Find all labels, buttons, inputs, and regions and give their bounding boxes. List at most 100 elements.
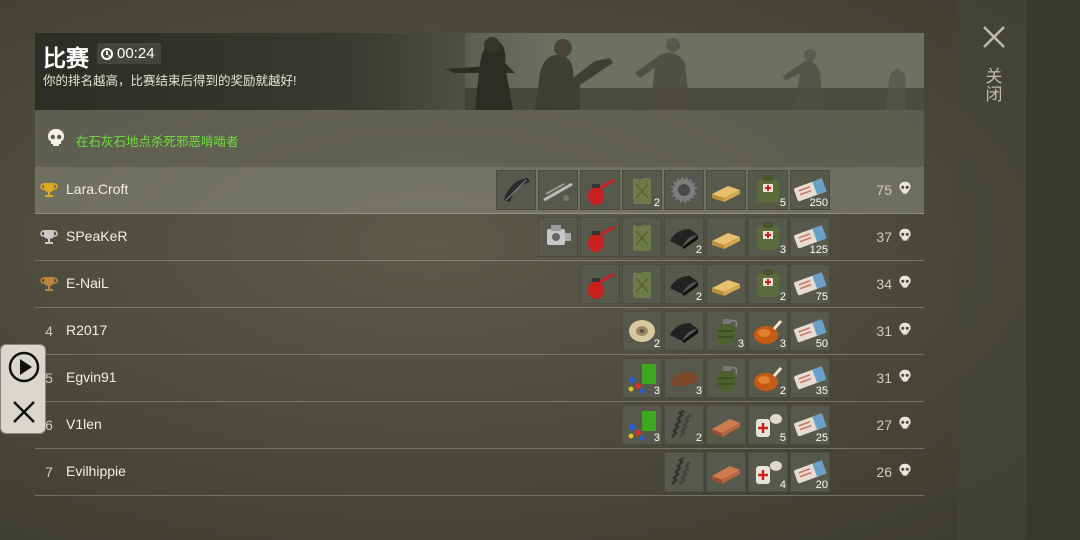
reward-slot[interactable]: 5	[748, 405, 788, 445]
reward-slot[interactable]	[580, 170, 620, 210]
reward-slot[interactable]	[580, 264, 620, 304]
reward-slot[interactable]: 4	[748, 452, 788, 492]
reward-slot[interactable]: 2	[748, 264, 788, 304]
leaderboard-row[interactable]: 7 Evilhippie 4 20 26	[35, 449, 924, 496]
objective-text: 在石灰石地点杀死邪恶啃啮者	[76, 135, 239, 149]
metal-sheet-icon	[504, 178, 530, 202]
reward-slot[interactable]: 75	[790, 264, 830, 304]
item-quantity: 25	[815, 432, 828, 444]
skull-icon	[48, 129, 64, 146]
close-overlay-icon[interactable]	[13, 401, 35, 423]
reward-slot[interactable]: 25	[790, 405, 830, 445]
reward-slot[interactable]: 3	[622, 405, 662, 445]
item-quantity: 3	[779, 338, 786, 350]
reward-slot[interactable]: 50	[790, 311, 830, 351]
trophy-icon	[39, 167, 59, 213]
item-quantity: 2	[779, 291, 786, 303]
player-name: Lara.Croft	[66, 181, 129, 197]
gear-icon	[669, 175, 699, 205]
item-quantity: 2	[653, 197, 660, 209]
reward-slot[interactable]: 2	[664, 264, 704, 304]
reward-slot[interactable]	[538, 170, 578, 210]
kill-score: 31	[876, 322, 912, 339]
close-icon[interactable]	[982, 25, 1006, 49]
reward-slot[interactable]	[706, 405, 746, 445]
player-name: Egvin91	[66, 369, 117, 385]
right-edge	[1026, 0, 1080, 540]
reward-slot[interactable]	[622, 217, 662, 257]
score-value: 37	[876, 228, 892, 245]
reward-slot[interactable]: 125	[790, 217, 830, 257]
close-label[interactable]: 关闭	[984, 68, 1004, 104]
trophy-icon	[39, 214, 59, 260]
reward-slot[interactable]: 2	[622, 170, 662, 210]
engine-part-icon	[547, 225, 571, 245]
reward-slot[interactable]	[706, 358, 746, 398]
item-quantity: 2	[779, 385, 786, 397]
oil-can-icon	[588, 225, 615, 252]
reward-slot[interactable]: 3	[748, 217, 788, 257]
leaderboard-row[interactable]: 6 V1len 3 2 5 25 27	[35, 402, 924, 449]
score-value: 26	[876, 463, 892, 480]
item-quantity: 35	[815, 385, 828, 397]
item-quantity: 5	[779, 197, 786, 209]
score-value: 31	[876, 369, 892, 386]
reward-slot[interactable]: 2	[748, 358, 788, 398]
play-icon[interactable]	[8, 351, 40, 383]
reward-slot[interactable]: 250	[790, 170, 830, 210]
reward-slot[interactable]: 3	[706, 311, 746, 351]
kill-score: 31	[876, 369, 912, 386]
reward-items: 3 3 2 35	[622, 358, 830, 398]
copper-bar-icon	[712, 466, 740, 484]
leaderboard-row[interactable]: 4 R2017 2 3 3 50 31	[35, 308, 924, 355]
leaderboard-row[interactable]: E-NaiL 2 2 75 34	[35, 261, 924, 308]
reward-slot[interactable]: 2	[622, 311, 662, 351]
skull-icon	[898, 322, 912, 339]
reward-slot[interactable]: 20	[790, 452, 830, 492]
reward-slot[interactable]: 2	[664, 217, 704, 257]
reward-slot[interactable]	[664, 452, 704, 492]
item-quantity: 5	[779, 432, 786, 444]
kill-score: 75	[876, 181, 912, 198]
jerrycan-icon	[633, 221, 651, 251]
subtitle: 你的排名越高，比赛结束后得到的奖励就越好!	[43, 74, 297, 88]
leaderboard-row[interactable]: SPeaKeR 2 3 125 37	[35, 214, 924, 261]
item-quantity: 3	[737, 338, 744, 350]
pipe-parts-icon	[543, 182, 573, 202]
reward-slot[interactable]: 3	[748, 311, 788, 351]
reward-slot[interactable]	[496, 170, 536, 210]
reward-items: 2 3 3 50	[622, 311, 830, 351]
reward-slot[interactable]	[580, 217, 620, 257]
item-quantity: 3	[779, 244, 786, 256]
leaderboard-row[interactable]: 5 Egvin91 3 3 2 35 31	[35, 355, 924, 402]
reward-slot[interactable]: 5	[748, 170, 788, 210]
reward-slot[interactable]: 2	[664, 405, 704, 445]
reward-slot[interactable]: 3	[664, 358, 704, 398]
clock-icon	[101, 47, 113, 60]
skull-icon	[898, 369, 912, 386]
gold-bars-icon	[712, 280, 740, 296]
leaderboard: Lara.Croft 2 5 250 75 SPeaKeR 2 3 125 37 E-NaiL 2 2 7…	[35, 167, 924, 496]
item-quantity: 3	[695, 385, 702, 397]
reward-slot[interactable]	[664, 170, 704, 210]
item-quantity: 2	[653, 338, 660, 350]
item-quantity: 50	[815, 338, 828, 350]
reward-slot[interactable]	[706, 264, 746, 304]
reward-items: 3 2 5 25	[622, 405, 830, 445]
timer-badge: 00:24	[97, 43, 161, 64]
reward-slot[interactable]	[538, 217, 578, 257]
reward-slot[interactable]	[706, 170, 746, 210]
reward-slot[interactable]: 35	[790, 358, 830, 398]
reward-slot[interactable]: 3	[622, 358, 662, 398]
reward-slot[interactable]	[706, 452, 746, 492]
reward-slot[interactable]	[706, 217, 746, 257]
reward-slot[interactable]	[622, 264, 662, 304]
item-quantity: 125	[809, 244, 828, 256]
player-name: V1len	[66, 416, 102, 432]
player-name: R2017	[66, 322, 108, 338]
item-quantity: 250	[809, 197, 828, 209]
player-name: Evilhippie	[66, 463, 126, 479]
item-quantity: 20	[815, 479, 828, 491]
reward-slot[interactable]	[664, 311, 704, 351]
leaderboard-row[interactable]: Lara.Croft 2 5 250 75	[35, 167, 924, 214]
